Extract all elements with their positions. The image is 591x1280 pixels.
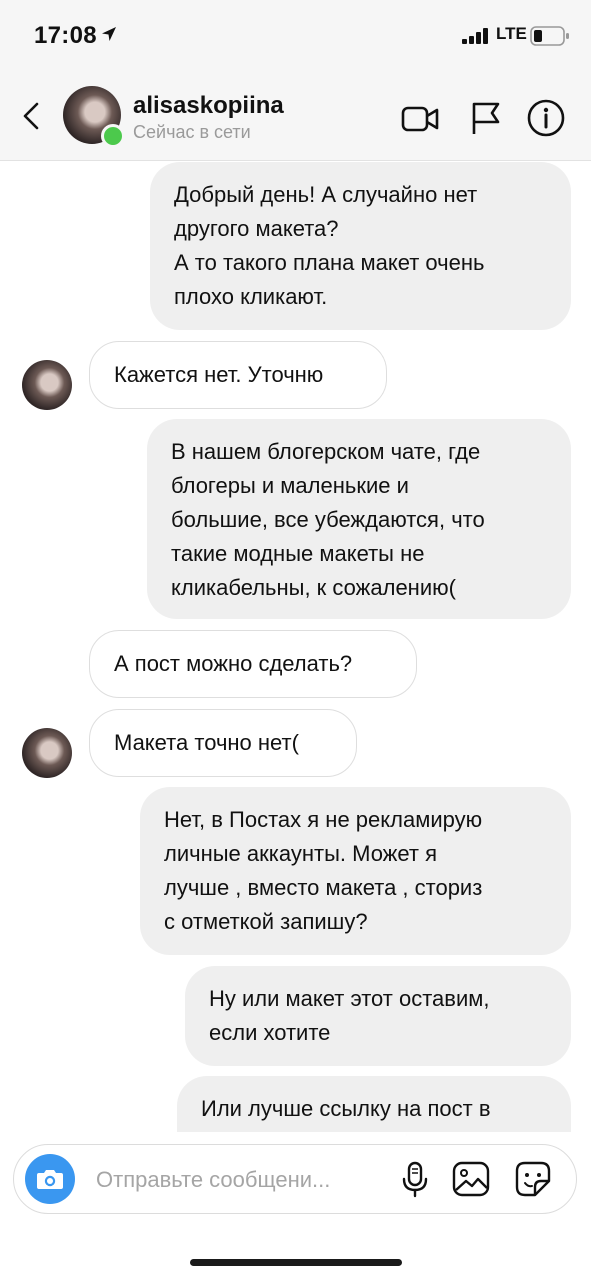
sticker-icon[interactable] bbox=[513, 1159, 553, 1199]
gallery-icon[interactable] bbox=[451, 1159, 491, 1199]
message-incoming[interactable]: А пост можно сделать? bbox=[89, 630, 417, 698]
message-text: если хотите bbox=[209, 1020, 331, 1045]
location-arrow-icon bbox=[102, 27, 116, 41]
message-outgoing[interactable]: Добрый день! А случайно нет другого маке… bbox=[150, 162, 571, 330]
message-text: лучше , вместо макета , сториз bbox=[164, 875, 483, 900]
message-text: Кажется нет. Уточню bbox=[114, 362, 324, 387]
status-time: 17:08 bbox=[34, 22, 97, 49]
message-outgoing[interactable]: Ну или макет этот оставим, если хотите bbox=[185, 966, 571, 1066]
username[interactable]: alisaskopiina bbox=[133, 92, 284, 120]
network-type: LTE bbox=[496, 24, 527, 43]
flag-icon[interactable] bbox=[466, 98, 506, 138]
battery-icon bbox=[530, 26, 569, 46]
sender-avatar[interactable] bbox=[22, 360, 72, 410]
message-text: В нашем блогерском чате, где bbox=[171, 439, 481, 464]
camera-icon bbox=[37, 1170, 63, 1189]
message-incoming[interactable]: Макета точно нет( bbox=[89, 709, 357, 777]
message-incoming[interactable]: Кажется нет. Уточню bbox=[89, 341, 387, 409]
chat-header: alisaskopiina Сейчас в сети bbox=[0, 72, 591, 161]
status-bar: 17:08 LTE bbox=[0, 0, 591, 72]
camera-button[interactable] bbox=[25, 1154, 75, 1204]
video-camera-icon[interactable] bbox=[400, 98, 440, 138]
info-icon[interactable] bbox=[526, 98, 566, 138]
microphone-icon[interactable] bbox=[395, 1159, 435, 1199]
message-text: Нет, в Постах я не рекламирую bbox=[164, 807, 483, 832]
message-text: личные аккаунты. Может я bbox=[164, 841, 438, 866]
message-composer bbox=[13, 1144, 577, 1214]
home-indicator[interactable] bbox=[190, 1259, 402, 1266]
message-list-clip: Или лучше ссылку на пост в bbox=[0, 1076, 591, 1132]
message-text: А пост можно сделать? bbox=[114, 651, 353, 676]
message-outgoing[interactable]: Или лучше ссылку на пост в bbox=[177, 1076, 571, 1132]
message-outgoing[interactable]: Нет, в Постах я не рекламирую личные акк… bbox=[140, 787, 571, 955]
online-status-dot bbox=[101, 124, 125, 148]
message-text: Добрый день! А случайно нет bbox=[174, 182, 478, 207]
presence-status: Сейчас в сети bbox=[133, 122, 251, 142]
message-text: большие, все убеждаются, что bbox=[171, 507, 485, 532]
message-outgoing[interactable]: В нашем блогерском чате, где блогеры и м… bbox=[147, 419, 571, 619]
message-text: кликабельны, к сожалению( bbox=[171, 575, 456, 600]
message-text: Макета точно нет( bbox=[114, 730, 299, 755]
message-text: плохо кликают. bbox=[174, 284, 328, 309]
signal-strength-icon bbox=[462, 28, 488, 44]
message-text: А то такого плана макет очень bbox=[174, 250, 485, 275]
message-text: Или лучше ссылку на пост в bbox=[201, 1096, 491, 1121]
message-text: Ну или макет этот оставим, bbox=[209, 986, 490, 1011]
sender-avatar[interactable] bbox=[22, 728, 72, 778]
message-text: другого макета? bbox=[174, 216, 339, 241]
chevron-left-icon[interactable] bbox=[16, 96, 46, 136]
message-text: с отметкой запишу? bbox=[164, 909, 368, 934]
message-text: блогеры и маленькие и bbox=[171, 473, 409, 498]
message-text: такие модные макеты не bbox=[171, 541, 425, 566]
message-input[interactable] bbox=[96, 1164, 386, 1196]
